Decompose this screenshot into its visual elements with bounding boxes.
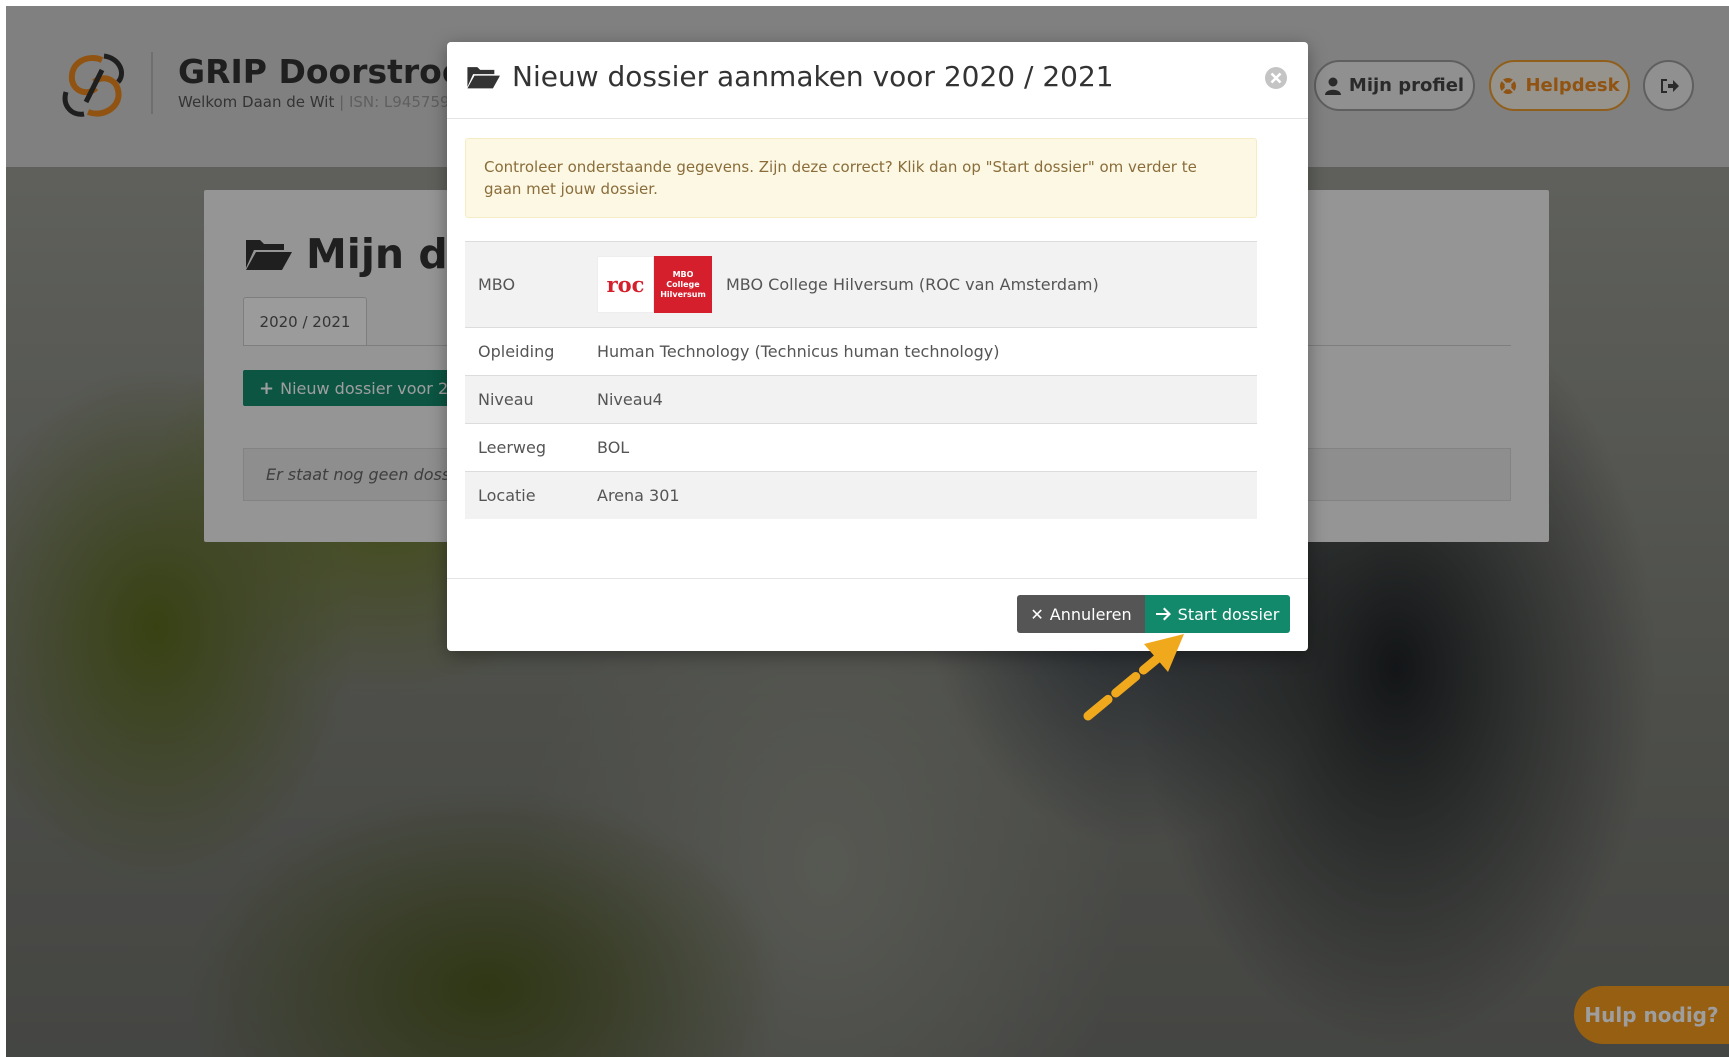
confirmation-alert: Controleer onderstaande gegevens. Zijn d… [465,138,1257,218]
roc-logo-right: MBO College Hilversum [654,256,712,313]
row-label: MBO [478,275,516,294]
modal-header: Nieuw dossier aanmaken voor 2020 / 2021 [447,42,1308,119]
left-edge [0,0,6,1057]
row-label: Leerweg [478,438,546,457]
row-value: roc MBO College Hilversum MBO College Hi… [597,256,1099,313]
cancel-button-label: Annuleren [1049,604,1132,624]
row-value: Human Technology (Technicus human techno… [597,342,1000,361]
logo-line: College [666,279,700,289]
logo-line: MBO [672,269,694,279]
mbo-value: MBO College Hilversum (ROC van Amsterdam… [726,275,1099,294]
folder-open-icon [467,66,500,88]
table-row-niveau: Niveau Niveau4 [465,375,1257,423]
modal-title-text: Nieuw dossier aanmaken voor 2020 / 2021 [512,60,1114,93]
new-dossier-modal: Nieuw dossier aanmaken voor 2020 / 2021 … [447,42,1308,651]
row-value: BOL [597,438,630,457]
arrow-right-icon [1155,607,1171,621]
row-label: Opleiding [478,342,555,361]
table-row-locatie: Locatie Arena 301 [465,471,1257,519]
times-icon: ✕ [1030,604,1044,624]
row-value: Arena 301 [597,486,680,505]
close-icon[interactable] [1264,66,1288,90]
roc-logo-left: roc [597,256,654,313]
table-row-opleiding: Opleiding Human Technology (Technicus hu… [465,327,1257,375]
row-value: Niveau4 [597,390,663,409]
table-row-mbo: MBO roc MBO College Hilversum MBO Colleg… [465,241,1257,327]
row-label: Locatie [478,486,536,505]
modal-title: Nieuw dossier aanmaken voor 2020 / 2021 [466,60,1114,93]
dossier-details-table: MBO roc MBO College Hilversum MBO Colleg… [465,241,1257,519]
pointer-arrow-icon [1083,634,1184,721]
roc-logo: roc MBO College Hilversum [597,256,712,313]
logo-line: Hilversum [660,289,706,299]
table-row-leerweg: Leerweg BOL [465,423,1257,471]
start-dossier-label: Start dossier [1177,604,1280,624]
top-edge [0,0,1729,6]
row-label: Niveau [478,390,534,409]
